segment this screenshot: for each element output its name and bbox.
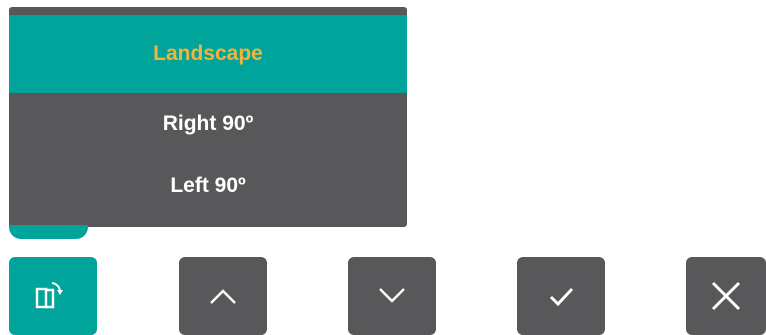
confirm-button[interactable]: [517, 257, 605, 335]
close-icon: [706, 276, 746, 316]
chevron-down-icon: [372, 284, 412, 308]
rotate-button[interactable]: [9, 257, 97, 335]
menu-item-landscape[interactable]: Landscape: [9, 15, 407, 93]
menu-pointer-tab: [9, 225, 88, 239]
menu-item-label: Landscape: [153, 42, 263, 65]
menu-item-right-90[interactable]: Right 90º: [9, 98, 407, 150]
menu-item-label: Right 90º: [162, 112, 254, 135]
up-button[interactable]: [179, 257, 267, 335]
osd-screen: Landscape Right 90º Left 90º: [0, 0, 766, 335]
orientation-menu: Landscape Right 90º Left 90º: [9, 7, 407, 227]
menu-item-left-90[interactable]: Left 90º: [9, 160, 407, 212]
chevron-up-icon: [203, 284, 243, 308]
checkmark-icon: [541, 281, 581, 311]
rotate-screen-icon: [33, 278, 73, 314]
menu-item-label: Left 90º: [170, 174, 246, 197]
down-button[interactable]: [348, 257, 436, 335]
close-button[interactable]: [686, 257, 766, 335]
